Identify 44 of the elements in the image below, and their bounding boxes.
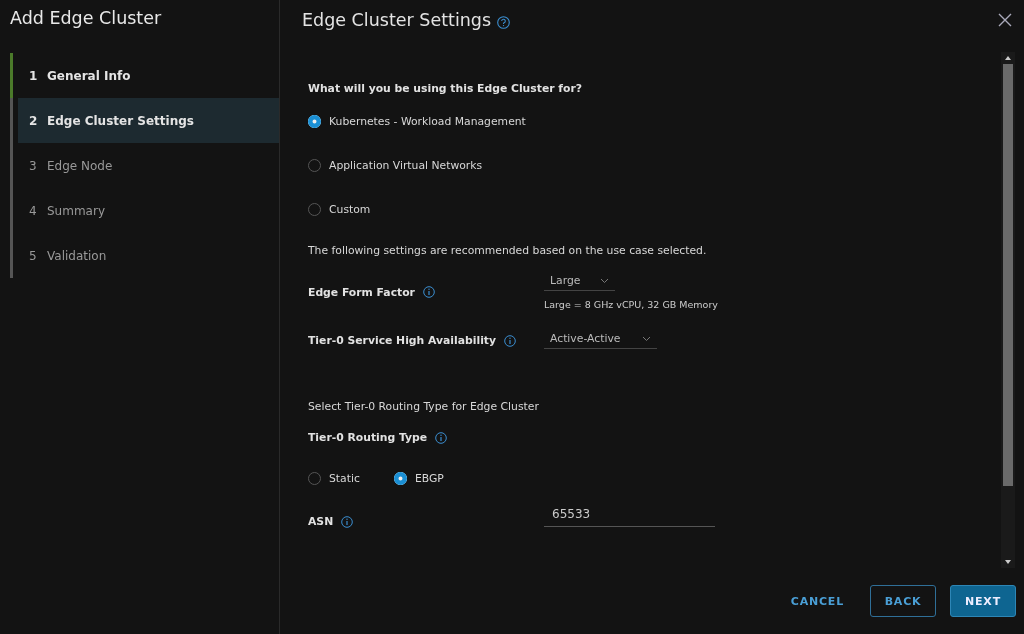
radio-button[interactable] — [308, 114, 321, 128]
field-label: Tier-0 Service High Availability — [308, 334, 497, 347]
scroll-down-arrow-icon[interactable] — [1004, 559, 1012, 565]
scroll-up-arrow-icon[interactable] — [1004, 55, 1012, 61]
radio-option[interactable]: Custom — [308, 202, 1001, 216]
routing-note: Select Tier-0 Routing Type for Edge Cluster — [308, 400, 540, 413]
close-icon[interactable] — [998, 13, 1012, 27]
radio-option[interactable]: EBGP — [393, 471, 444, 485]
caret-icon — [600, 277, 609, 284]
radio-button[interactable] — [393, 471, 407, 485]
info-icon[interactable] — [435, 431, 448, 444]
info-icon[interactable] — [504, 334, 517, 347]
back-button[interactable]: BACK — [870, 585, 936, 617]
wizard-step[interactable]: 4 Summary — [10, 188, 279, 233]
recommendation-text: The following settings are recommended based on the use case selected. — [308, 244, 708, 257]
caret-icon — [642, 335, 651, 342]
page-title: Edge Cluster Settings — [302, 10, 492, 30]
wizard-step[interactable]: 2 Edge Cluster Settings — [10, 98, 279, 143]
field-label: Tier-0 Routing Type — [308, 431, 428, 444]
radio-option[interactable]: Static — [308, 471, 360, 485]
wizard-step[interactable]: 1 General Info — [10, 53, 279, 98]
radio-option[interactable]: Application Virtual Networks — [308, 158, 1001, 172]
radio-label: Application Virtual Networks — [329, 158, 483, 172]
radio-label: Static — [329, 471, 360, 485]
radio-label: EBGP — [414, 471, 444, 485]
cancel-button[interactable]: CANCEL — [778, 585, 856, 617]
radio-label: Kubernetes - Workload Management — [329, 114, 526, 128]
radio-label: Custom — [329, 202, 371, 216]
form-factor-dropdown[interactable]: Large — [544, 274, 615, 291]
form-factor-hint: Large = 8 GHz vCPU, 32 GB Memory — [544, 299, 718, 310]
availability-dropdown[interactable]: Active-Active — [544, 332, 657, 349]
field-label: Edge Form Factor — [308, 285, 415, 299]
next-button[interactable]: NEXT — [950, 585, 1016, 617]
info-icon[interactable] — [422, 286, 435, 298]
field-label: ASN — [308, 515, 334, 528]
info-icon[interactable] — [341, 515, 354, 528]
wizard-step[interactable]: 3 Edge Node — [10, 143, 279, 188]
help-icon[interactable] — [497, 15, 511, 29]
wizard-step[interactable]: 5 Validation — [10, 233, 279, 278]
radio-option[interactable]: Kubernetes - Workload Management — [308, 114, 1001, 128]
wizard-title: Add Edge Cluster — [9, 7, 163, 30]
scrollbar[interactable] — [1001, 52, 1015, 568]
asn-input-field[interactable]: 65533 — [544, 507, 715, 527]
question-label: What will you be using this Edge Cluster for? — [308, 82, 583, 95]
